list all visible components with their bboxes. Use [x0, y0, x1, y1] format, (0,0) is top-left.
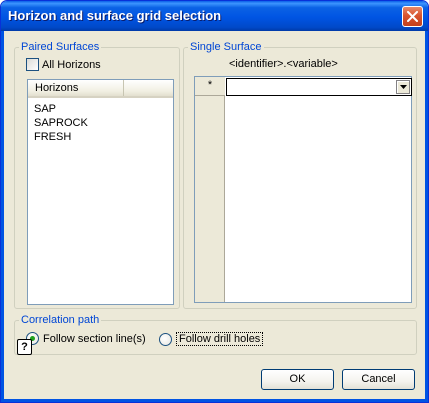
- help-icon[interactable]: ?: [17, 339, 32, 355]
- all-horizons-checkbox[interactable]: [26, 58, 39, 71]
- list-item[interactable]: SAP: [34, 102, 88, 116]
- follow-drill-holes-radio[interactable]: [159, 332, 172, 346]
- identifier-variable-hint: <identifier>.<variable>: [229, 58, 338, 70]
- list-item[interactable]: FRESH: [34, 130, 88, 144]
- horizons-column-header[interactable]: Horizons: [28, 80, 124, 96]
- follow-drill-holes-option[interactable]: Follow drill holes: [159, 332, 264, 346]
- ok-button[interactable]: OK: [261, 369, 334, 390]
- paired-surfaces-group: Paired Surfaces All Horizons Horizons SA…: [14, 41, 180, 309]
- all-horizons-label[interactable]: All Horizons: [42, 59, 101, 71]
- grid-row-header-column: [195, 77, 225, 302]
- dialog-window: Horizon and surface grid selection Paire…: [0, 0, 429, 403]
- combo-dropdown-button[interactable]: [396, 80, 410, 94]
- horizons-list[interactable]: Horizons SAP SAPROCK FRESH: [27, 79, 174, 305]
- all-horizons-checkbox-row[interactable]: All Horizons: [26, 58, 101, 71]
- single-surface-group: Single Surface <identifier>.<variable> *: [183, 41, 417, 309]
- surface-grid[interactable]: *: [194, 76, 412, 303]
- list-item[interactable]: SAPROCK: [34, 116, 88, 130]
- follow-section-lines-label[interactable]: Follow section line(s): [43, 333, 146, 345]
- window-title: Horizon and surface grid selection: [8, 8, 222, 23]
- grid-row-marker: *: [195, 77, 225, 96]
- cancel-button[interactable]: Cancel: [342, 369, 415, 390]
- title-bar[interactable]: Horizon and surface grid selection: [1, 1, 428, 31]
- close-icon: [407, 11, 418, 22]
- dialog-content: Paired Surfaces All Horizons Horizons SA…: [1, 31, 428, 402]
- horizons-list-header: Horizons: [28, 80, 173, 98]
- follow-drill-holes-label[interactable]: Follow drill holes: [176, 332, 264, 346]
- single-surface-legend: Single Surface: [188, 41, 264, 54]
- horizons-list-items: SAP SAPROCK FRESH: [34, 102, 88, 144]
- correlation-path-legend: Correlation path: [19, 314, 102, 327]
- correlation-path-group: Correlation path Follow section line(s) …: [14, 314, 417, 355]
- close-button[interactable]: [402, 6, 423, 27]
- paired-surfaces-legend: Paired Surfaces: [19, 41, 102, 54]
- surface-combo[interactable]: [226, 78, 412, 96]
- chevron-down-icon: [400, 85, 407, 89]
- follow-section-lines-option[interactable]: Follow section line(s): [26, 332, 146, 345]
